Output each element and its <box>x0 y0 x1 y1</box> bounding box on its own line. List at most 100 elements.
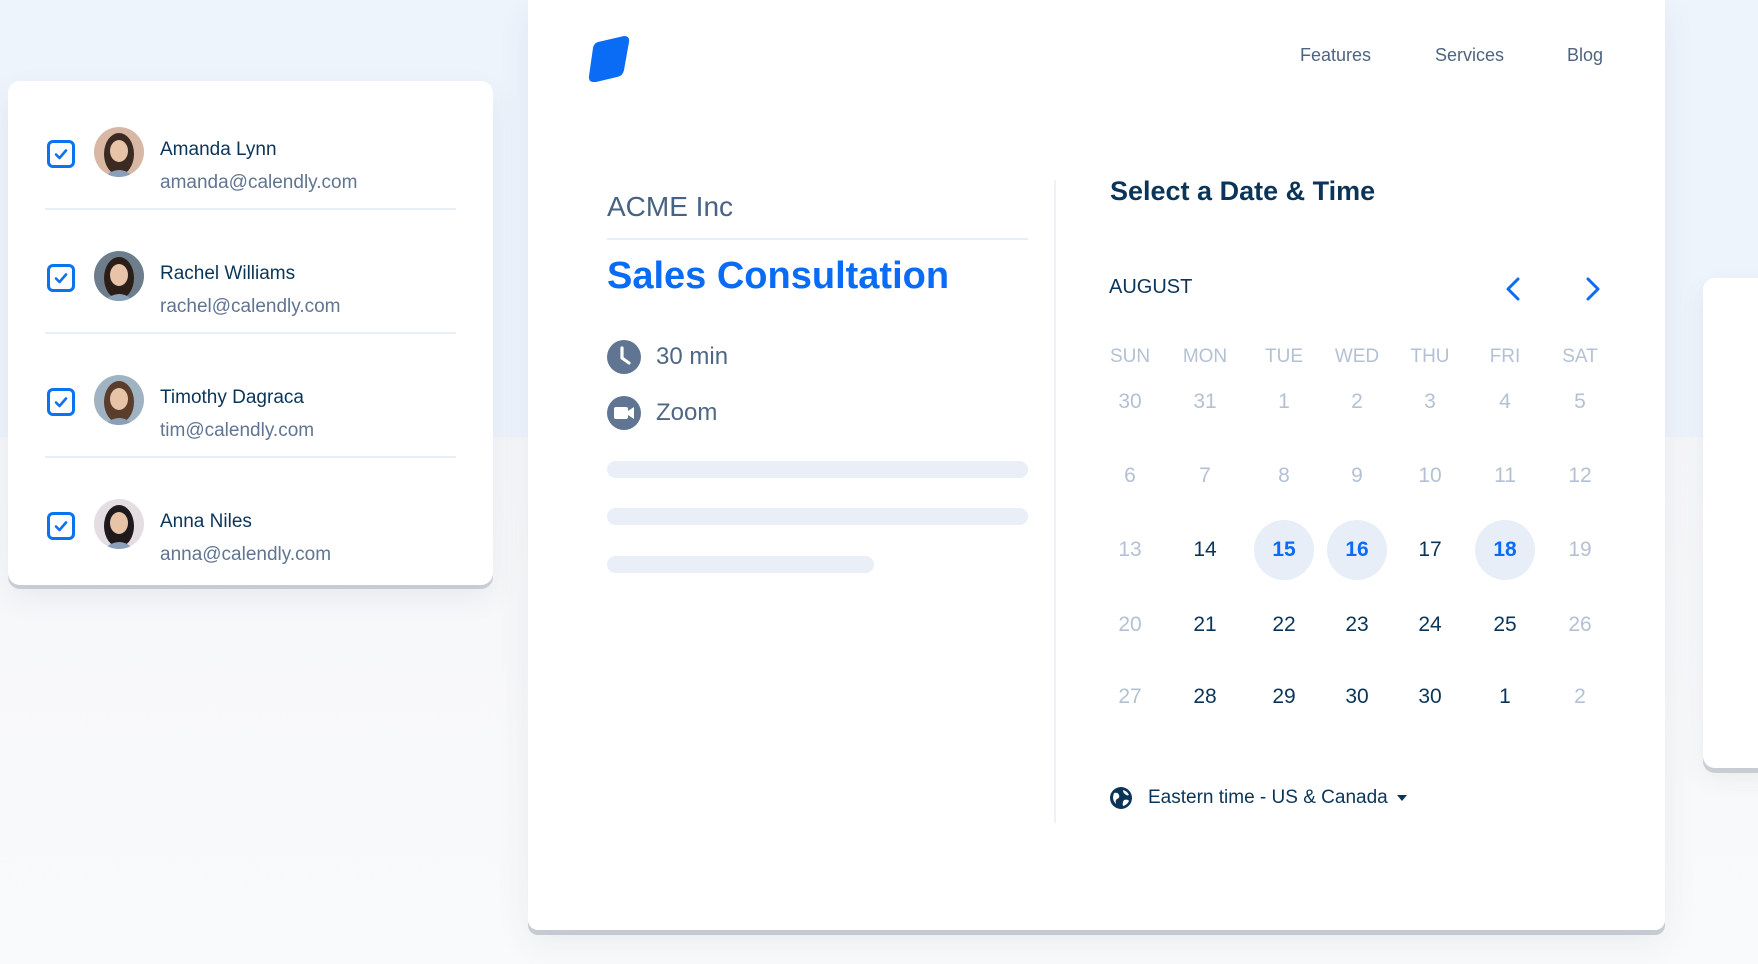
video-camera-icon <box>607 396 641 430</box>
location-text: Zoom <box>656 399 718 426</box>
calendar-day[interactable]: 30 <box>1327 667 1387 727</box>
calendar-day: 4 <box>1499 390 1511 413</box>
event-title: Sales Consultation <box>607 255 950 297</box>
calendar-day: 9 <box>1351 464 1363 487</box>
weekday-label: TUE <box>1265 346 1303 367</box>
attendee-name: Anna Niles <box>160 511 252 532</box>
calendar-day[interactable]: 14 <box>1175 520 1235 580</box>
weekday-label: SAT <box>1562 346 1598 367</box>
attendee-divider <box>45 208 456 210</box>
calendar-day: 6 <box>1124 464 1136 487</box>
calendar-day-available[interactable]: 18 <box>1475 520 1535 580</box>
booking-card: Features Services Blog ACME Inc Sales Co… <box>528 0 1665 930</box>
calendar-day[interactable]: 29 <box>1254 667 1314 727</box>
calendar-day: 20 <box>1118 613 1142 636</box>
attendee-checkbox[interactable] <box>47 140 75 168</box>
checkmark-icon <box>54 273 68 284</box>
column-divider <box>1054 180 1056 823</box>
nav-features[interactable]: Features <box>1300 45 1371 66</box>
avatar <box>94 375 144 425</box>
nav-services[interactable]: Services <box>1435 45 1504 66</box>
description-placeholder-line <box>607 461 1028 478</box>
calendar-day[interactable]: 25 <box>1475 595 1535 655</box>
calendar-day: 2 <box>1574 685 1586 708</box>
attendee-row: Timothy Dagraca tim@calendly.com <box>8 349 493 473</box>
checkmark-icon <box>54 397 68 408</box>
attendee-name: Amanda Lynn <box>160 139 277 160</box>
attendee-row: Amanda Lynn amanda@calendly.com <box>8 101 493 225</box>
calendar-day: 31 <box>1193 390 1217 413</box>
calendar-day[interactable]: 21 <box>1175 595 1235 655</box>
avatar-image <box>94 375 144 425</box>
calendar-day[interactable]: 24 <box>1400 595 1460 655</box>
attendee-divider <box>45 332 456 334</box>
calendar-day: 3 <box>1424 390 1436 413</box>
chevron-right-icon <box>1586 277 1600 301</box>
timezone-selector[interactable]: Eastern time - US & Canada <box>1109 786 1408 810</box>
attendee-row: Rachel Williams rachel@calendly.com <box>8 225 493 349</box>
calendar-day: 12 <box>1568 464 1592 487</box>
weekday-label: FRI <box>1489 346 1521 367</box>
calendar-day: 8 <box>1278 464 1290 487</box>
month-label: AUGUST <box>1109 276 1193 298</box>
clock-icon <box>607 340 641 374</box>
divider <box>607 238 1028 240</box>
attendee-divider <box>45 456 456 458</box>
next-month-button[interactable] <box>1580 274 1606 304</box>
attendee-checkbox[interactable] <box>47 512 75 540</box>
calendar-day: 26 <box>1568 613 1592 636</box>
picker-title: Select a Date & Time <box>1110 176 1376 206</box>
weekday-label: THU <box>1410 346 1450 367</box>
side-card <box>1703 278 1758 768</box>
event-duration: 30 min <box>607 340 728 374</box>
attendee-list-card: Amanda Lynn amanda@calendly.com Rachel Wil… <box>8 81 493 585</box>
calendar-day: 1 <box>1278 390 1290 413</box>
checkmark-icon <box>54 149 68 160</box>
caret-down-icon <box>1396 795 1407 801</box>
calendar-day: 2 <box>1351 390 1363 413</box>
calendar-day: 19 <box>1568 538 1592 561</box>
weekday-label: MON <box>1182 346 1228 367</box>
calendar-day[interactable]: 1 <box>1475 667 1535 727</box>
checkmark-icon <box>54 521 68 532</box>
duration-text: 30 min <box>656 343 729 370</box>
calendar-day[interactable]: 17 <box>1400 520 1460 580</box>
description-placeholder-line <box>607 556 874 573</box>
avatar <box>94 251 144 301</box>
calendar-day[interactable]: 28 <box>1175 667 1235 727</box>
attendee-email: amanda@calendly.com <box>160 172 358 193</box>
calendar-day: 11 <box>1494 464 1516 487</box>
calendar-day: 5 <box>1574 390 1586 413</box>
calendar-day: 10 <box>1418 464 1442 487</box>
calendar-day-available[interactable]: 16 <box>1327 520 1387 580</box>
timezone-label: Eastern time - US & Canada <box>1148 787 1388 808</box>
calendar-day[interactable]: 30 <box>1400 667 1460 727</box>
attendee-checkbox[interactable] <box>47 388 75 416</box>
calendar-day: 13 <box>1118 538 1142 561</box>
chevron-left-icon <box>1506 277 1520 301</box>
calendar-day[interactable]: 23 <box>1327 595 1387 655</box>
company-name: ACME Inc <box>607 191 734 222</box>
calendar-day[interactable]: 22 <box>1254 595 1314 655</box>
weekday-label: SUN <box>1109 346 1151 367</box>
attendee-row: Anna Niles anna@calendly.com <box>8 473 493 597</box>
event-location: Zoom <box>607 396 717 430</box>
attendee-checkbox[interactable] <box>47 264 75 292</box>
attendee-name: Rachel Williams <box>160 263 296 284</box>
nav-blog[interactable]: Blog <box>1567 45 1603 66</box>
calendar-day-available[interactable]: 15 <box>1254 520 1314 580</box>
attendee-name: Timothy Dagraca <box>160 387 304 408</box>
avatar <box>94 499 144 549</box>
attendee-email: tim@calendly.com <box>160 420 315 441</box>
calendly-logo-icon[interactable] <box>584 36 634 82</box>
avatar-image <box>94 251 144 301</box>
avatar-image <box>94 127 144 177</box>
calendar-day: 27 <box>1118 685 1142 708</box>
avatar-image <box>94 499 144 549</box>
prev-month-button[interactable] <box>1500 274 1526 304</box>
attendee-email: anna@calendly.com <box>160 544 332 565</box>
description-placeholder-line <box>607 508 1028 525</box>
avatar <box>94 127 144 177</box>
calendar-day: 7 <box>1199 464 1211 487</box>
attendee-email: rachel@calendly.com <box>160 296 341 317</box>
